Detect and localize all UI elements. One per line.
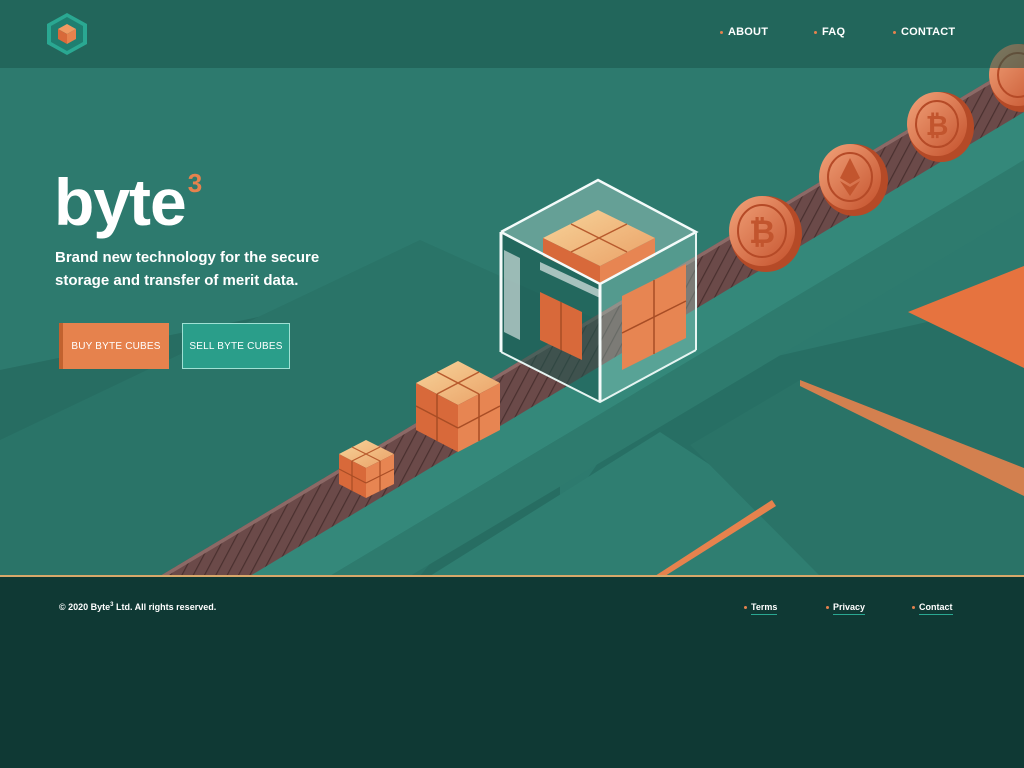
- brand-name: byte: [54, 165, 187, 239]
- copyright-prefix: © 2020 Byte: [59, 602, 111, 612]
- bullet-dot-icon: [912, 606, 915, 609]
- bullet-dot-icon: [744, 606, 747, 609]
- sell-byte-cubes-button[interactable]: SELL BYTE CUBES: [182, 323, 290, 369]
- footer-terms-link[interactable]: Terms: [744, 602, 778, 615]
- footer-privacy-label: Privacy: [833, 602, 866, 615]
- nav-about-link[interactable]: ABOUT: [720, 26, 768, 38]
- nav-contact-link[interactable]: CONTACT: [893, 26, 955, 38]
- footer-contact-link[interactable]: Contact: [912, 602, 953, 615]
- copyright-suffix: Ltd. All rights reserved.: [113, 602, 217, 612]
- brand-superscript: 3: [187, 168, 203, 198]
- nav-contact-label: CONTACT: [901, 26, 956, 38]
- nav-about-label: ABOUT: [728, 26, 769, 38]
- bullet-dot-icon: [893, 30, 896, 34]
- svg-text:₿: ₿: [926, 110, 949, 141]
- hero-tagline: Brand new technology for the secure stor…: [55, 249, 320, 289]
- svg-text:₿: ₿: [749, 214, 775, 250]
- hero-section: ₿ ₿ ABOUT FAQ CONTACT byte3 Brand new te…: [0, 0, 1024, 576]
- buy-byte-cubes-button[interactable]: BUY BYTE CUBES: [59, 323, 169, 369]
- top-navigation-bar: [0, 0, 1024, 68]
- buy-button-label: BUY BYTE CUBES: [71, 340, 161, 352]
- footer-contact-label: Contact: [919, 602, 953, 615]
- footer: © 2020 Byte3 Ltd. All rights reserved. T…: [0, 577, 1024, 768]
- nav-faq-link[interactable]: FAQ: [814, 26, 845, 38]
- footer-terms-label: Terms: [751, 602, 778, 615]
- bullet-dot-icon: [826, 606, 829, 609]
- page-title: byte3: [54, 155, 202, 240]
- copyright-text: © 2020 Byte3 Ltd. All rights reserved.: [59, 602, 216, 612]
- bullet-dot-icon: [814, 30, 817, 34]
- nav-faq-label: FAQ: [822, 26, 846, 38]
- sell-button-label: SELL BYTE CUBES: [189, 340, 283, 352]
- cube-icon[interactable]: [46, 12, 88, 56]
- footer-privacy-link[interactable]: Privacy: [826, 602, 866, 615]
- bullet-dot-icon: [720, 30, 723, 34]
